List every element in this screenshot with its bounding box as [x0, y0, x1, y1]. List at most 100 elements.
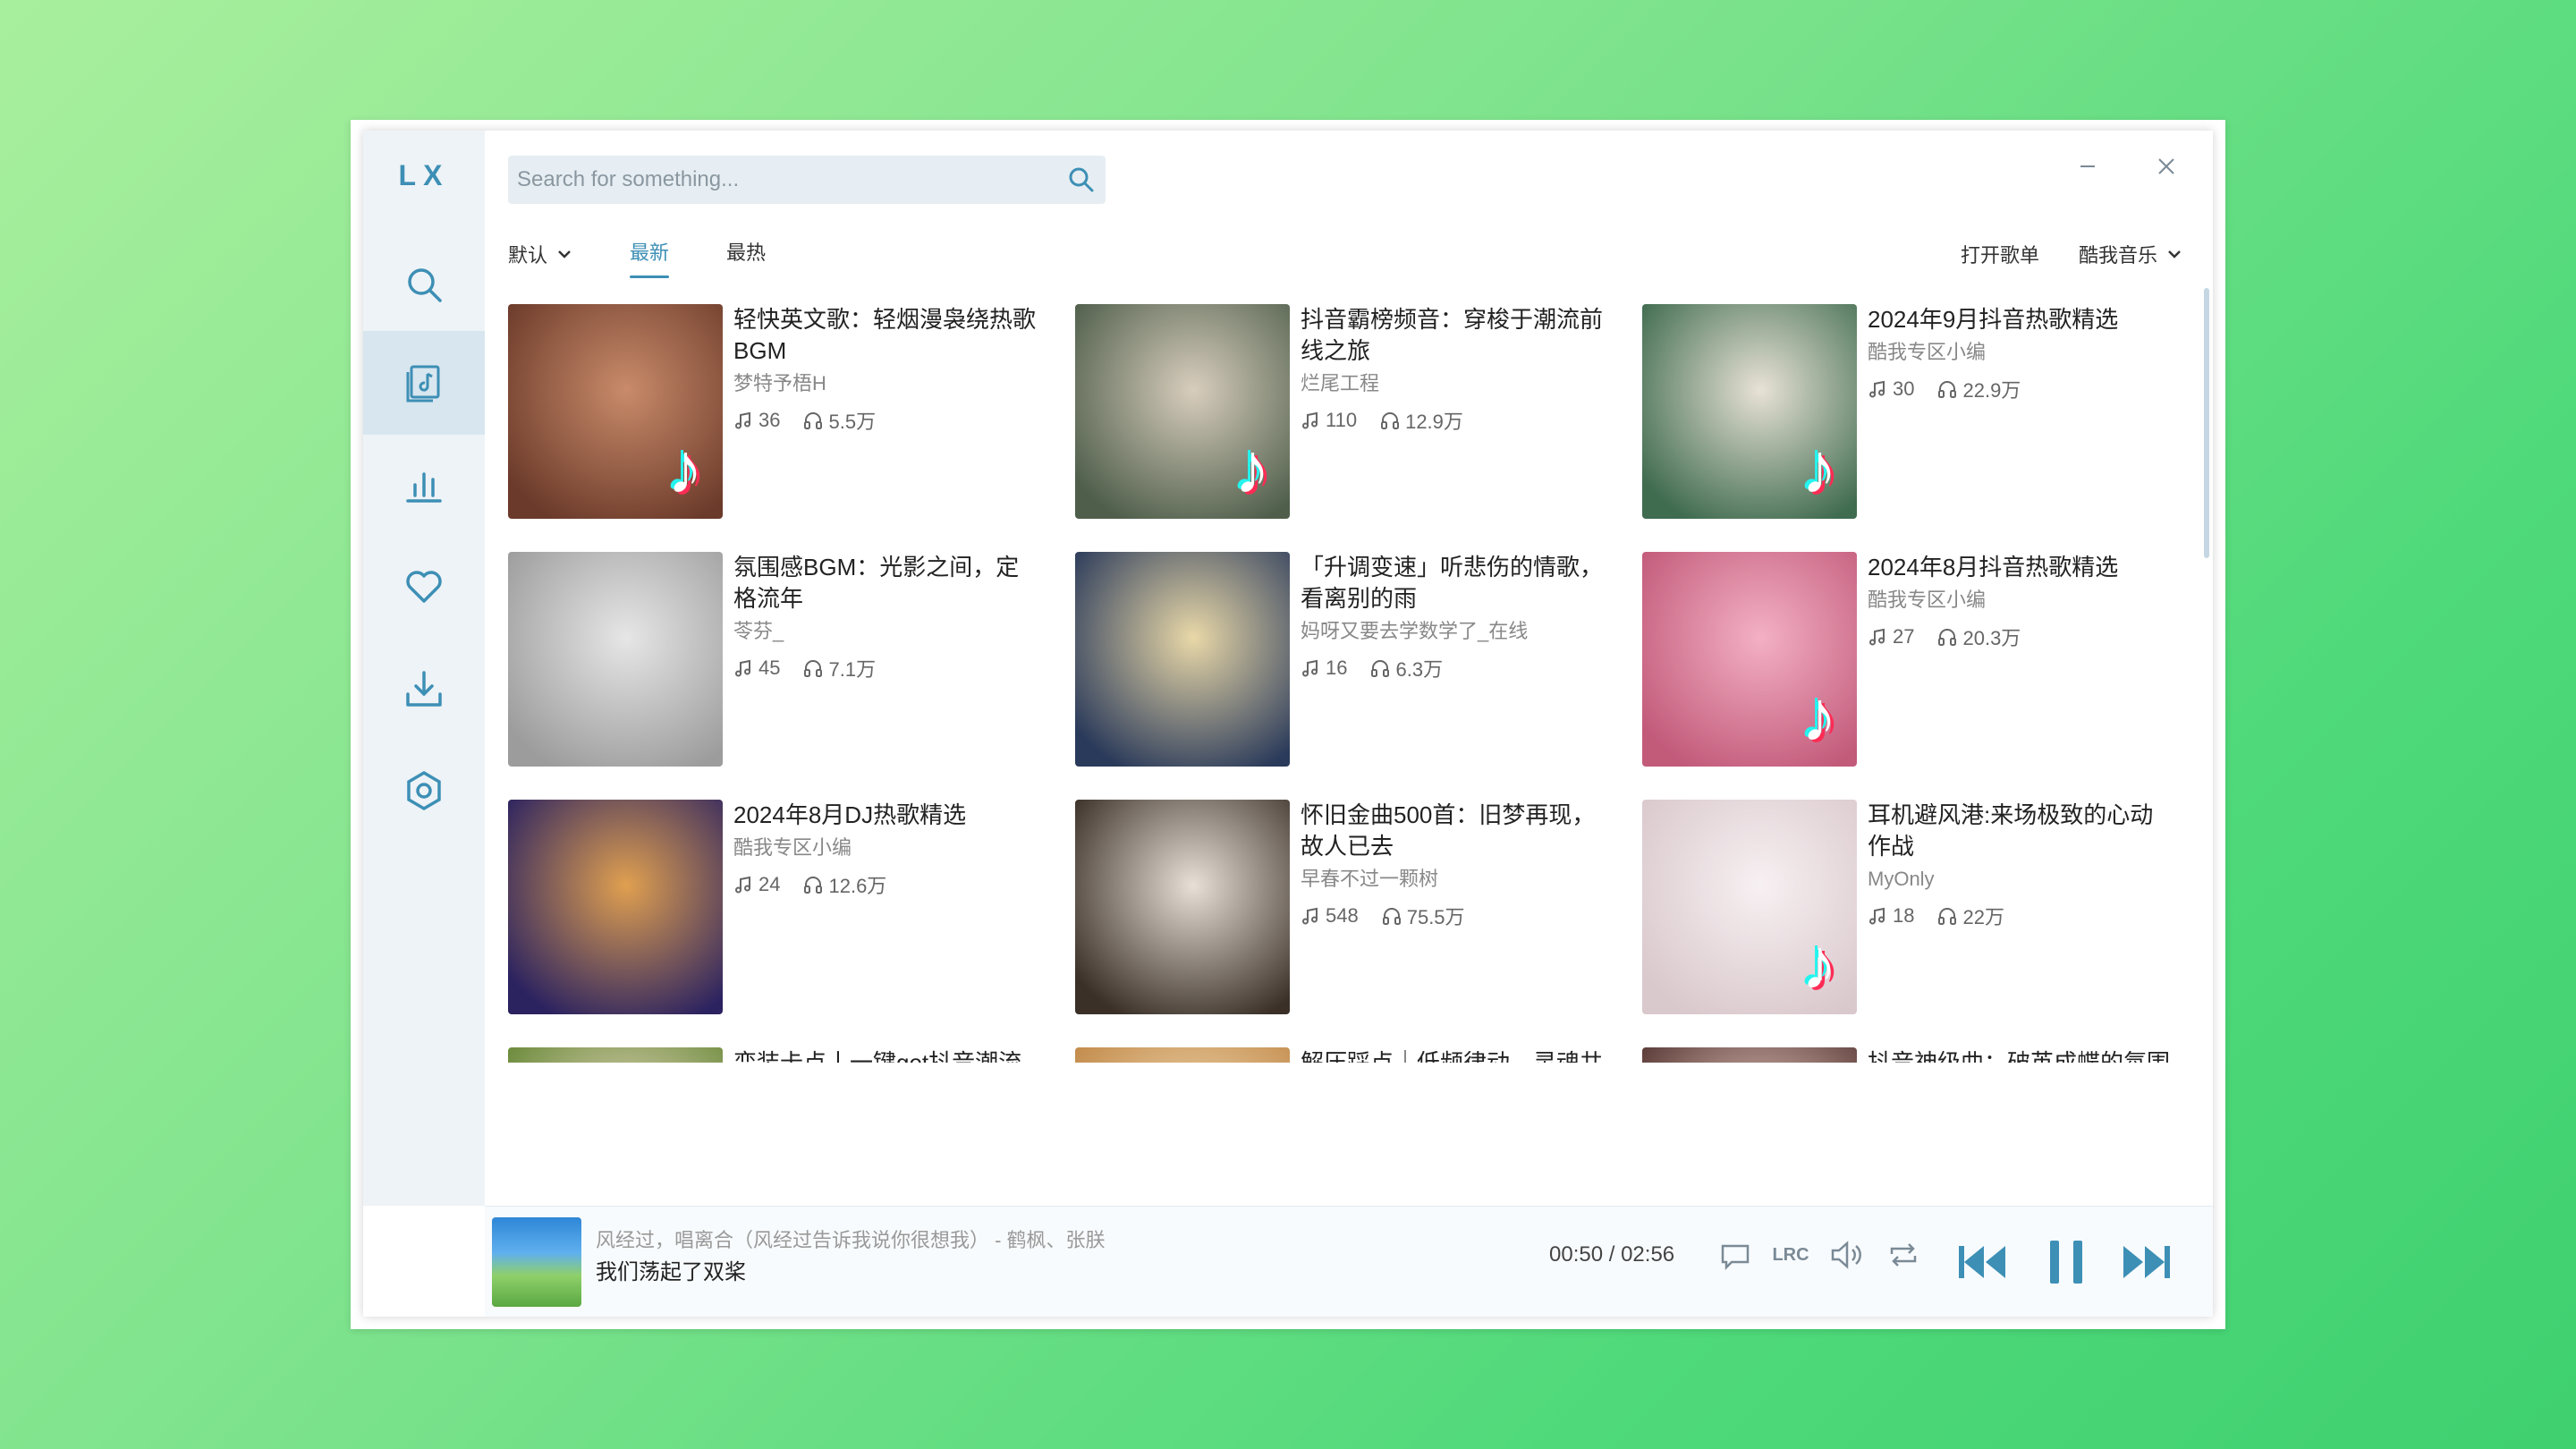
playlist-author: 烂尾工程	[1301, 372, 1380, 394]
playlist-title[interactable]: 变装卡点丨一键get抖音潮流前线	[733, 1047, 1038, 1063]
playlist-card[interactable]: ♪ 2024年8月抖音热歌精选 酷我专区小编 27 20.3万	[1642, 552, 2197, 767]
playlist-author: 早春不过一颗树	[1301, 868, 1439, 890]
headphones-icon	[803, 658, 823, 678]
playlist-title[interactable]: 抖音霸榜频音：穿梭于潮流前线之旅	[1301, 304, 1605, 367]
play-count: 75.5万	[1382, 902, 1465, 930]
playlist-card[interactable]: 解压踩点｜低频律动，灵魂共振氿儿2322.3万	[1075, 1047, 1630, 1063]
sort-label: 默认	[508, 244, 548, 267]
playlist-title[interactable]: 抖音神级曲：破茧成蝶的氛围感浪漫	[1868, 1047, 2172, 1063]
tab-latest[interactable]: 最新	[630, 237, 670, 278]
playlist-info: 变装卡点丨一键get抖音潮流前线玖柔r3924.5万	[733, 1047, 1038, 1063]
playlist-cover[interactable]	[1075, 800, 1290, 1014]
playlist-cover[interactable]: ♪	[508, 304, 723, 519]
song-count: 45	[733, 657, 780, 680]
playlist-stats: 18 22万	[1868, 902, 2172, 930]
volume-button[interactable]	[1825, 1233, 1868, 1276]
playlist-info: 耳机避风港:来场极致的心动作战 MyOnly 18 22万	[1868, 800, 2172, 930]
playlist-title[interactable]: 解压踩点｜低频律动，灵魂共振	[1301, 1047, 1605, 1063]
song-count-value: 16	[1326, 657, 1348, 679]
nav-leaderboard[interactable]	[363, 433, 485, 537]
playlist-cover[interactable]: ♪	[1642, 552, 1857, 767]
playlist-card[interactable]: 怀旧金曲500首：旧梦再现，故人已去 早春不过一颗树 548 75.5万	[1075, 800, 1630, 1014]
playlist-cover[interactable]	[1075, 1047, 1290, 1063]
playlist-author: 酷我专区小编	[733, 836, 852, 859]
tiktok-icon: ♪	[1801, 676, 1837, 756]
close-button[interactable]	[2148, 148, 2184, 184]
lyrics-button[interactable]: LRC	[1769, 1233, 1812, 1276]
playlist-author: 酷我专区小编	[1868, 341, 1987, 363]
playlist-card[interactable]: ♪ 耳机避风港:来场极致的心动作战 MyOnly 18 22万	[1642, 800, 2197, 1014]
headphones-icon	[1370, 658, 1390, 678]
playlist-info: 2024年8月DJ热歌精选酷我专区小编 24 12.6万	[733, 800, 1038, 899]
next-icon	[2123, 1246, 2170, 1278]
playlist-cover[interactable]	[508, 552, 723, 767]
tab-hottest[interactable]: 最热	[726, 237, 766, 271]
playlist-stats: 24 12.6万	[733, 870, 1038, 899]
song-count-value: 110	[1326, 409, 1358, 431]
headphones-icon	[803, 875, 823, 894]
playlist-title[interactable]: 耳机避风港:来场极致的心动作战	[1868, 800, 2172, 862]
playlist-cover[interactable]: ♪	[1642, 1047, 1857, 1063]
playlist-author: MyOnly	[1868, 868, 1935, 890]
playlist-card[interactable]: 氛围感BGM：光影之间，定格流年 苓芬_ 45 7.1万	[508, 552, 1063, 767]
playlist-card[interactable]: 「升调变速」听悲伤的情歌，看离别的雨 妈呀又要去学数学了_在线 16 6.3万	[1075, 552, 1630, 767]
scrollbar[interactable]	[2202, 284, 2211, 1061]
minimize-button[interactable]	[2070, 148, 2106, 184]
nav-search[interactable]	[363, 233, 485, 336]
playlist-cover[interactable]: ♪	[1642, 304, 1857, 519]
playlist-cover[interactable]: ♪	[1642, 800, 1857, 1014]
loop-button[interactable]	[1882, 1233, 1925, 1276]
playlist-title[interactable]: 轻快英文歌：轻烟漫袅绕热歌BGM	[733, 304, 1038, 367]
playlist-card[interactable]: ♪ 抖音霸榜频音：穿梭于潮流前线之旅 烂尾工程 110 12.9万	[1075, 304, 1630, 519]
pause-button[interactable]	[2039, 1233, 2093, 1291]
playlist-card[interactable]: ♪ 抖音神级曲：破茧成蝶的氛围感浪漫许愿2463.3万	[1642, 1047, 2197, 1063]
nav-download[interactable]	[363, 637, 485, 741]
tiktok-icon: ♪	[1801, 428, 1837, 508]
playlist-card[interactable]: ♪ 轻快英文歌：轻烟漫袅绕热歌BGM 梦特予梧H 36 5.5万	[508, 304, 1063, 519]
playlist-title[interactable]: 2024年8月DJ热歌精选	[733, 800, 1038, 831]
search-bar	[508, 156, 1106, 204]
playlist-info: 怀旧金曲500首：旧梦再现，故人已去 早春不过一颗树 548 75.5万	[1301, 800, 1605, 930]
close-icon	[2158, 158, 2174, 174]
scrollbar-thumb[interactable]	[2204, 288, 2209, 558]
playlist-title[interactable]: 2024年8月抖音热歌精选	[1868, 552, 2172, 583]
app-window-frame: LX Search for something... 默认 最新 最热 打开歌单…	[351, 120, 2225, 1329]
playlist-info: 氛围感BGM：光影之间，定格流年 苓芬_ 45 7.1万	[733, 552, 1038, 682]
nav-favorites[interactable]	[363, 535, 485, 639]
search-button[interactable]	[1057, 156, 1106, 204]
playlist-title[interactable]: 怀旧金曲500首：旧梦再现，故人已去	[1301, 800, 1605, 862]
now-playing-cover[interactable]	[492, 1217, 581, 1307]
nav-songlist[interactable]	[363, 331, 485, 435]
playlist-cover[interactable]: ♪	[1075, 304, 1290, 519]
comment-button[interactable]	[1714, 1233, 1757, 1276]
playlist-stats: 27 20.3万	[1868, 623, 2172, 651]
song-count: 110	[1301, 409, 1357, 432]
playlist-title[interactable]: 2024年9月抖音热歌精选	[1868, 304, 2172, 335]
music-note-icon	[733, 875, 753, 894]
open-playlist-button[interactable]: 打开歌单	[1961, 240, 2039, 268]
now-playing-title[interactable]: 风经过，唱离合（风经过告诉我说你很想我） - 鹤枫、张朕	[596, 1226, 1106, 1255]
playlist-stats: 16 6.3万	[1301, 654, 1605, 682]
playlist-card[interactable]: ♪ 变装卡点丨一键get抖音潮流前线玖柔r3924.5万	[508, 1047, 1063, 1063]
next-button[interactable]	[2118, 1233, 2175, 1291]
headphones-icon	[1937, 379, 1957, 399]
search-input[interactable]	[508, 156, 1057, 204]
chevron-down-icon	[2168, 250, 2181, 258]
playlist-card[interactable]: ♪ 2024年9月抖音热歌精选 酷我专区小编 30 22.9万	[1642, 304, 2197, 519]
repeat-icon	[1890, 1243, 1917, 1267]
source-dropdown[interactable]: 酷我音乐	[2079, 240, 2182, 268]
pause-icon	[2050, 1241, 2082, 1284]
playlist-title[interactable]: 氛围感BGM：光影之间，定格流年	[733, 552, 1038, 614]
playlist-cover[interactable]	[508, 800, 723, 1014]
nav-settings[interactable]	[363, 739, 485, 843]
playlist-card[interactable]: 2024年8月DJ热歌精选酷我专区小编 24 12.6万	[508, 800, 1063, 1014]
playlist-cover[interactable]	[1075, 552, 1290, 767]
playlist-info: 2024年8月抖音热歌精选 酷我专区小编 27 20.3万	[1868, 552, 2172, 651]
song-count: 30	[1868, 377, 1914, 401]
previous-button[interactable]	[1953, 1233, 2011, 1291]
tiktok-icon: ♪	[1801, 924, 1837, 1004]
playlist-title[interactable]: 「升调变速」听悲伤的情歌，看离别的雨	[1301, 552, 1605, 614]
song-count-value: 27	[1893, 625, 1915, 648]
playlist-cover[interactable]: ♪	[508, 1047, 723, 1063]
sort-dropdown[interactable]: 默认	[508, 240, 572, 268]
